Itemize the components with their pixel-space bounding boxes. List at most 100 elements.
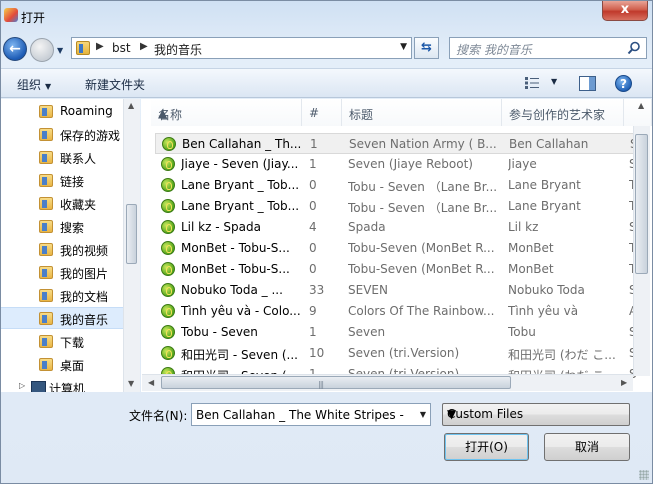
file-title: Spada: [348, 220, 386, 234]
recent-pages-dropdown-icon[interactable]: ▼: [57, 46, 63, 55]
sidebar-item-my-documents[interactable]: 我的文档: [1, 285, 139, 307]
sidebar-item-my-pictures[interactable]: 我的图片: [1, 262, 139, 284]
breadcrumb-separator-icon[interactable]: ▶: [140, 41, 148, 52]
file-row[interactable]: Nobuko Toda _ ...33SEVENNobuko TodaS: [155, 280, 637, 301]
file-title: Seven: [348, 325, 386, 339]
folder-icon: [39, 289, 53, 302]
vertical-scrollbar-thumb[interactable]: [635, 134, 648, 274]
sidebar-item-favorites[interactable]: 收藏夹: [1, 193, 139, 215]
sidebar-item-my-music[interactable]: 我的音乐: [1, 307, 139, 329]
scroll-down-icon[interactable]: ▼: [128, 379, 134, 388]
new-folder-button[interactable]: 新建文件夹: [85, 76, 145, 93]
sidebar-item-label: Roaming: [60, 104, 113, 118]
folder-icon: [39, 105, 53, 118]
horizontal-scrollbar-thumb[interactable]: [161, 376, 511, 389]
file-row[interactable]: Lane Bryant _ Tob... 0 Tobu - Seven （Lane …: [155, 175, 636, 196]
open-button[interactable]: 打开(O): [444, 433, 529, 461]
file-row[interactable]: Ben Callahan _ Th... 1 Seven Nation Army (…: [155, 133, 638, 154]
view-options-icon[interactable]: [525, 77, 539, 89]
resize-grip-icon[interactable]: [639, 470, 649, 480]
file-row[interactable]: MonBet - Tobu-S... 0 Tobu-Seven (MonBet R.…: [155, 238, 636, 259]
search-icon[interactable]: [627, 41, 641, 55]
sidebar-item-roaming[interactable]: Roaming: [1, 101, 139, 123]
forward-button[interactable]: [30, 38, 54, 62]
help-icon[interactable]: ?: [615, 75, 632, 92]
scroll-up-icon[interactable]: ▲: [638, 101, 644, 110]
navigation-scrollbar-thumb[interactable]: [126, 204, 137, 264]
file-name: 和田光司 - Seven (...: [181, 348, 298, 362]
file-row[interactable]: Tobu - Seven1SevenTobuS: [155, 322, 637, 343]
breadcrumb-my-music[interactable]: 我的音乐: [154, 41, 202, 58]
address-dropdown-icon[interactable]: ▼: [400, 42, 407, 52]
file-track-number: 0: [309, 199, 317, 213]
scroll-left-icon[interactable]: ◀: [148, 378, 154, 387]
chevron-down-icon: ▼: [45, 82, 52, 91]
sidebar-item-contacts[interactable]: 联系人: [1, 147, 139, 169]
computer-icon: [31, 381, 46, 392]
file-track-number: 0: [309, 178, 317, 192]
file-name: Lane Bryant _ Tob...: [181, 178, 300, 192]
file-row[interactable]: Lane Bryant _ Tob... 0 Tobu - Seven （Lane …: [155, 196, 636, 217]
sidebar-item-desktop[interactable]: 桌面: [1, 354, 139, 376]
file-title: Colors Of The Rainbow...: [348, 304, 495, 318]
music-file-icon: [161, 325, 175, 339]
sidebar-item-label: 链接: [60, 175, 85, 189]
folder-icon: [39, 197, 53, 210]
refresh-button[interactable]: ⇆: [414, 37, 439, 59]
back-button[interactable]: ←: [3, 37, 27, 61]
organize-button[interactable]: 组织 ▼: [17, 76, 51, 93]
file-track-number: 33: [309, 283, 325, 297]
file-track-number: 0: [309, 262, 317, 276]
close-button[interactable]: x: [602, 1, 648, 21]
file-row[interactable]: Lil kz - Spada4SpadaLil kzS: [155, 217, 637, 238]
filename-combobox[interactable]: ▼: [191, 403, 431, 426]
file-row[interactable]: Tình yêu và - Colo... 9 Colors Of The Rain…: [155, 301, 637, 322]
sidebar-item-label: 下载: [60, 336, 85, 350]
file-name: Nobuko Toda _ ...: [181, 283, 283, 297]
view-dropdown-icon[interactable]: ▼: [551, 77, 557, 86]
file-track-number: 9: [309, 304, 317, 318]
scroll-up-icon[interactable]: ▲: [128, 101, 134, 110]
file-name: Jiaye - Seven (Jiay...: [181, 157, 299, 171]
address-bar[interactable]: ▶ bst ▶ 我的音乐 ▼: [71, 37, 412, 59]
file-artist: Lane Bryant: [508, 178, 581, 192]
search-input[interactable]: 搜索 我的音乐: [456, 41, 532, 58]
sidebar-item-my-videos[interactable]: 我的视频: [1, 239, 139, 261]
file-artist: MonBet: [508, 262, 554, 276]
file-name: Tình yêu và - Colo...: [181, 304, 301, 318]
column-header-artist[interactable]: 参与创作的艺术家: [502, 99, 624, 126]
file-name: Lane Bryant _ Tob...: [181, 199, 300, 213]
filename-input[interactable]: [192, 404, 407, 425]
column-header-title[interactable]: 标题: [342, 99, 502, 126]
music-file-icon: [161, 178, 175, 192]
column-header-name[interactable]: 名称 ▲: [151, 99, 302, 126]
file-name: Tobu - Seven: [181, 325, 258, 339]
sidebar-item-computer[interactable]: ▷ 计算机: [1, 377, 139, 392]
file-track-number: 1: [309, 325, 317, 339]
file-artist: Ben Callahan: [509, 137, 589, 151]
filetype-select[interactable]: Custom Files ▼: [442, 403, 630, 426]
sidebar-item-label: 搜索: [60, 221, 85, 235]
preview-pane-icon[interactable]: [579, 76, 596, 91]
search-box[interactable]: 搜索 我的音乐: [449, 37, 647, 59]
sidebar-item-saved-games[interactable]: 保存的游戏: [1, 124, 139, 146]
file-row[interactable]: 和田光司 - Seven (... 10 Seven (tri.Version) 和田…: [155, 343, 637, 364]
folder-icon: [39, 128, 53, 141]
file-name: MonBet - Tobu-S...: [181, 262, 290, 276]
expand-arrow-icon[interactable]: ▷: [19, 381, 25, 390]
music-file-icon: [162, 137, 176, 151]
filename-dropdown-icon[interactable]: ▼: [420, 410, 426, 419]
breadcrumb-separator-icon[interactable]: ▶: [96, 41, 104, 52]
cancel-button[interactable]: 取消: [544, 433, 630, 461]
file-row[interactable]: MonBet - Tobu-S... 0 Tobu-Seven (MonBet R.…: [155, 259, 636, 280]
file-artist: MonBet: [508, 241, 554, 255]
column-header-number[interactable]: #: [302, 99, 342, 126]
sidebar-item-label: 保存的游戏: [60, 129, 121, 143]
breadcrumb-bst[interactable]: bst: [112, 41, 131, 55]
sidebar-item-links[interactable]: 链接: [1, 170, 139, 192]
file-row[interactable]: Jiaye - Seven (Jiay... 1 Seven (Jiaye Rebo…: [155, 154, 637, 175]
sidebar-item-searches[interactable]: 搜索: [1, 216, 139, 238]
folder-icon: [39, 312, 53, 325]
scroll-right-icon[interactable]: ▶: [621, 378, 627, 387]
sidebar-item-downloads[interactable]: 下载: [1, 331, 139, 353]
